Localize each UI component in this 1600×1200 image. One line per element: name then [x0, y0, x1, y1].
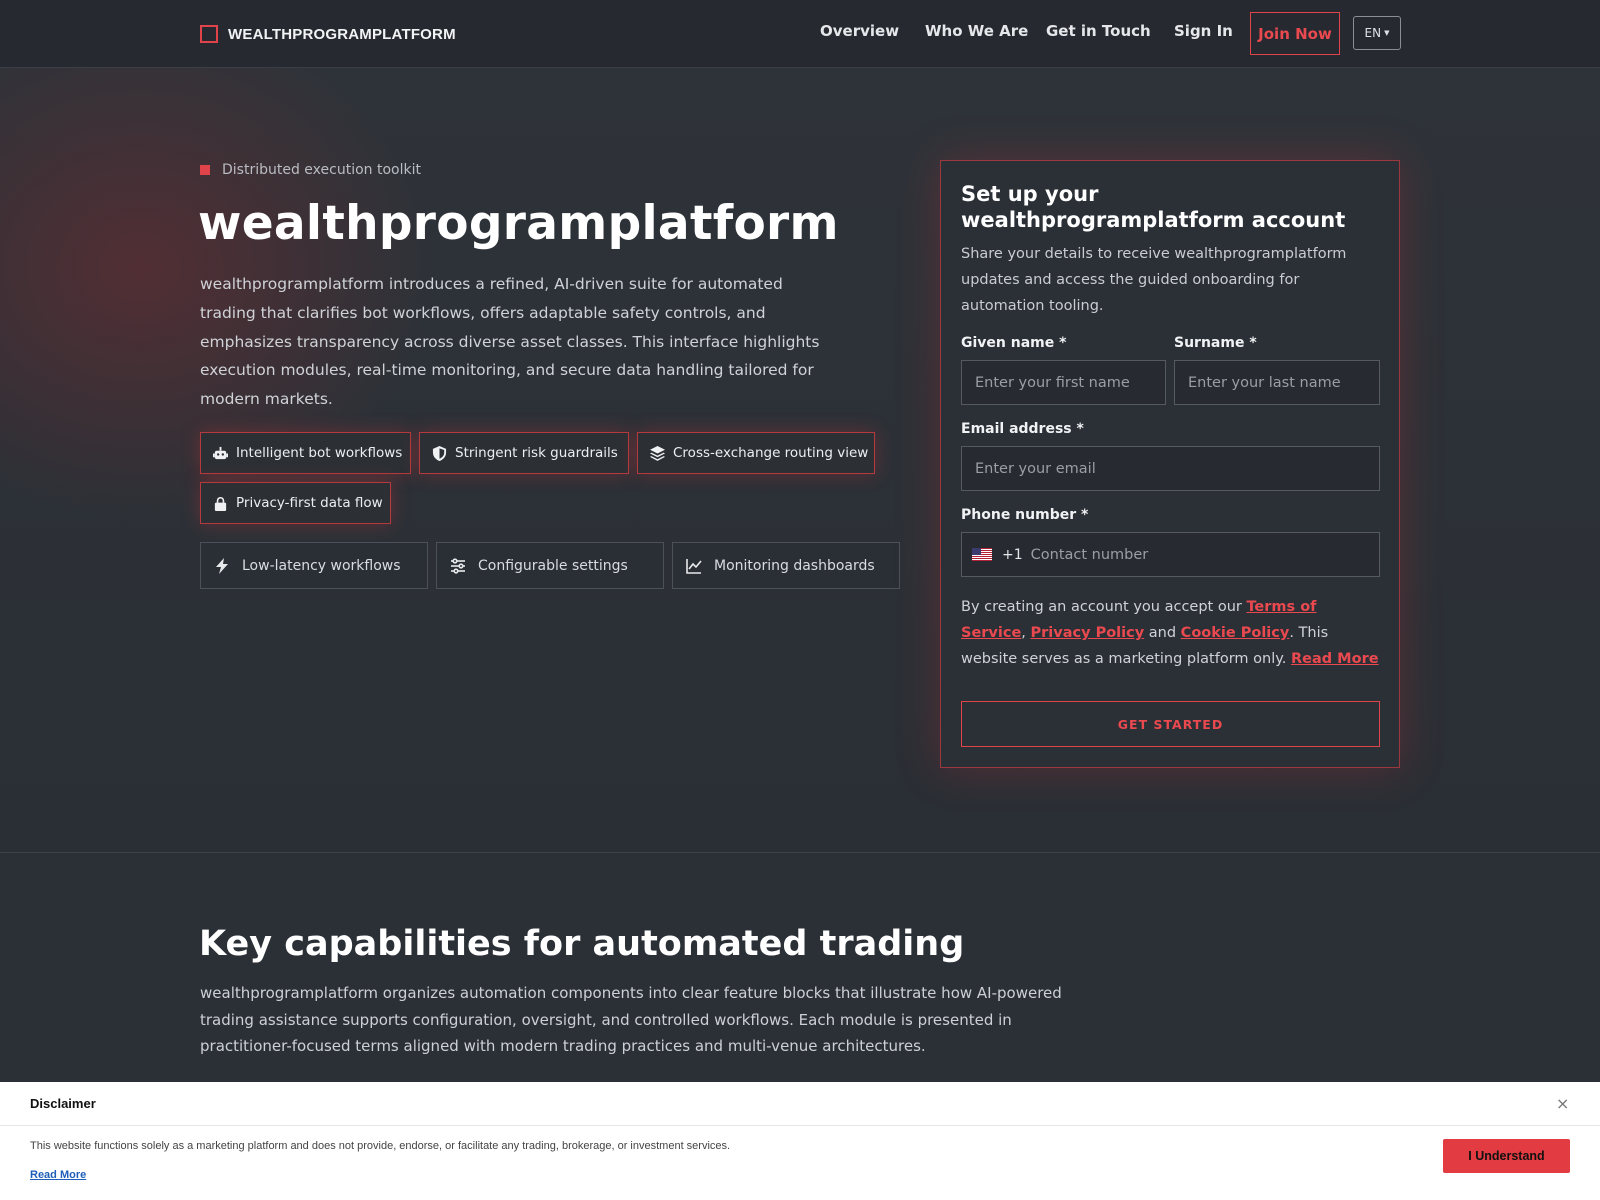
feature-pill-privacy: Privacy-first data flow [200, 482, 391, 524]
terms-comma: , [1021, 625, 1026, 641]
terms-text: By creating an account you accept our Te… [961, 594, 1381, 672]
hero-title: wealthprogramplatform [198, 196, 839, 251]
phone-label: Phone number * [961, 507, 1089, 523]
chip-low-latency: Low-latency workflows [200, 542, 428, 589]
read-more-link[interactable]: Read More [1291, 651, 1379, 667]
hero-section: Distributed execution toolkit wealthprog… [0, 68, 1600, 853]
feature-pill-label: Stringent risk guardrails [455, 445, 618, 461]
chevron-down-icon: ▼ [1384, 29, 1390, 37]
robot-icon [213, 446, 228, 459]
last-name-label: Surname * [1174, 335, 1257, 351]
top-navbar: WEALTHPROGRAMPLATFORM Overview Who We Ar… [0, 0, 1600, 68]
brand-logo[interactable]: WEALTHPROGRAMPLATFORM [200, 24, 456, 44]
get-started-button[interactable]: GET STARTED [961, 701, 1380, 747]
brand-name: WEALTHPROGRAMPLATFORM [228, 25, 456, 43]
phone-input[interactable] [1030, 534, 1371, 575]
form-subtitle: Share your details to receive wealthprog… [961, 246, 1347, 314]
dial-code: +1 [1002, 546, 1023, 563]
language-selector[interactable]: EN ▼ [1353, 16, 1401, 50]
feature-pill-risk-guardrails: Stringent risk guardrails [419, 432, 629, 474]
eyebrow-text: Distributed execution toolkit [222, 162, 421, 178]
phone-field[interactable]: +1 [961, 532, 1380, 577]
feature-pill-label: Privacy-first data flow [236, 495, 383, 511]
first-name-label: Given name * [961, 335, 1067, 351]
first-name-input[interactable] [961, 360, 1166, 405]
disclaimer-text: This website functions solely as a marke… [30, 1140, 731, 1152]
email-label: Email address * [961, 421, 1084, 437]
hero-eyebrow: Distributed execution toolkit [200, 162, 421, 178]
feature-pill-routing-view: Cross-exchange routing view [637, 432, 875, 474]
join-now-button[interactable]: Join Now [1250, 12, 1340, 55]
last-name-input[interactable] [1174, 360, 1380, 405]
chip-label: Configurable settings [478, 557, 628, 574]
us-flag-icon[interactable] [972, 548, 992, 561]
disclaimer-title: Disclaimer [30, 1096, 96, 1111]
privacy-policy-link[interactable]: Privacy Policy [1031, 625, 1145, 641]
shield-icon [432, 445, 447, 461]
i-understand-button[interactable]: I Understand [1443, 1139, 1570, 1173]
bolt-icon [216, 557, 228, 574]
disclaimer-header: Disclaimer × [0, 1082, 1600, 1126]
nav-who-we-are[interactable]: Who We Are [925, 22, 1028, 40]
hero-description: wealthprogramplatform introduces a refin… [200, 275, 820, 409]
nav-overview[interactable]: Overview [820, 22, 899, 40]
chip-label: Low-latency workflows [242, 557, 401, 574]
close-icon[interactable]: × [1556, 1094, 1569, 1113]
terms-prefix: By creating an account you accept our [961, 599, 1247, 615]
disclaimer-banner: Disclaimer × This website functions sole… [0, 1082, 1600, 1200]
nav-sign-in[interactable]: Sign In [1174, 22, 1233, 40]
chip-configurable-settings: Configurable settings [436, 542, 664, 589]
feature-pill-label: Cross-exchange routing view [673, 445, 869, 461]
feature-pill-label: Intelligent bot workflows [236, 445, 403, 461]
disclaimer-read-more-link[interactable]: Read More [30, 1169, 86, 1181]
feature-pill-bot-workflows: Intelligent bot workflows [200, 432, 411, 474]
signup-form-card: Set up your wealthprogramplatform accoun… [940, 160, 1400, 768]
layers-icon [650, 445, 665, 461]
sliders-icon [451, 557, 465, 574]
form-title: Set up your wealthprogramplatform accoun… [961, 182, 1346, 232]
chip-monitoring-dashboards: Monitoring dashboards [672, 542, 900, 589]
email-input[interactable] [961, 446, 1380, 491]
terms-and: and [1144, 625, 1181, 641]
cookie-policy-link[interactable]: Cookie Policy [1181, 625, 1290, 641]
language-label: EN [1364, 26, 1382, 40]
chip-label: Monitoring dashboards [714, 557, 875, 574]
nav-get-in-touch[interactable]: Get in Touch [1046, 22, 1151, 40]
capabilities-title: Key capabilities for automated trading [199, 924, 965, 964]
capabilities-description: wealthprogramplatform organizes automati… [200, 984, 1062, 1055]
chart-line-icon [686, 558, 702, 574]
square-bullet-icon [200, 165, 210, 175]
lock-icon [214, 496, 227, 511]
logo-square-icon [200, 25, 218, 43]
